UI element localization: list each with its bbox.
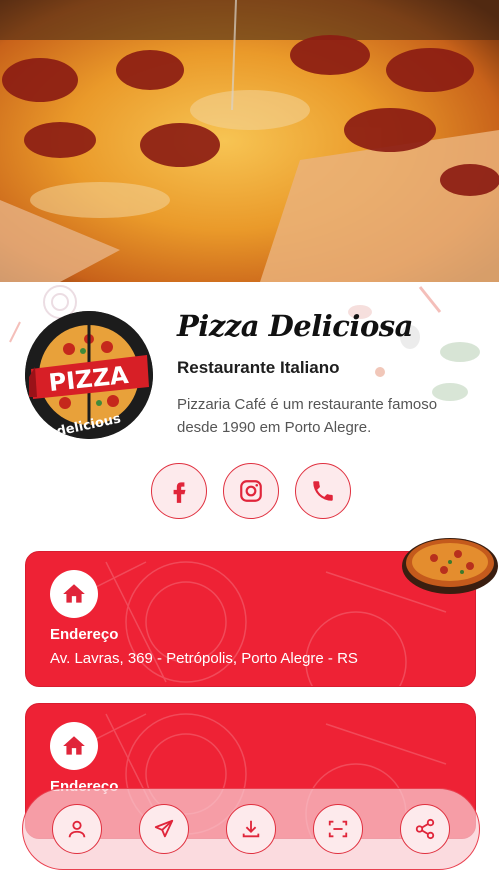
restaurant-category: Restaurante Italiano xyxy=(177,358,340,377)
home-icon xyxy=(63,584,85,603)
address-value: Av. Lavras, 369 - Petrópolis, Porto Aleg… xyxy=(50,650,358,667)
facebook-icon xyxy=(173,482,186,503)
address-icon-circle xyxy=(50,722,98,770)
phone-button[interactable] xyxy=(295,463,351,519)
restaurant-description: Pizzaria Café é um restaurante famoso de… xyxy=(177,396,438,436)
restaurant-logo: PIZZA delicious xyxy=(25,311,153,439)
instagram-icon xyxy=(240,480,262,502)
phone-icon xyxy=(313,481,333,501)
social-links xyxy=(151,463,351,519)
share-button[interactable] xyxy=(400,804,451,854)
download-icon xyxy=(242,820,260,838)
pizza-photo xyxy=(0,0,499,282)
restaurant-name: Pizza Deliciosa xyxy=(177,309,413,343)
scan-button[interactable] xyxy=(313,804,364,854)
scan-icon xyxy=(328,820,348,838)
pizza-thumbnail xyxy=(402,538,498,594)
page: PIZZA delicious Pizza Deliciosa Restaura… xyxy=(0,0,499,884)
home-icon xyxy=(63,736,85,755)
hero-image xyxy=(0,0,499,282)
contact-button[interactable] xyxy=(51,804,102,854)
instagram-button[interactable] xyxy=(223,463,279,519)
address-label: Endereço xyxy=(50,626,119,643)
send-icon xyxy=(154,819,173,838)
download-button[interactable] xyxy=(225,804,276,854)
facebook-button[interactable] xyxy=(151,463,207,519)
user-icon xyxy=(68,820,85,838)
address-icon-circle xyxy=(50,570,98,618)
bottom-navigation xyxy=(22,788,480,870)
send-button[interactable] xyxy=(138,804,189,854)
share-icon xyxy=(416,818,435,840)
